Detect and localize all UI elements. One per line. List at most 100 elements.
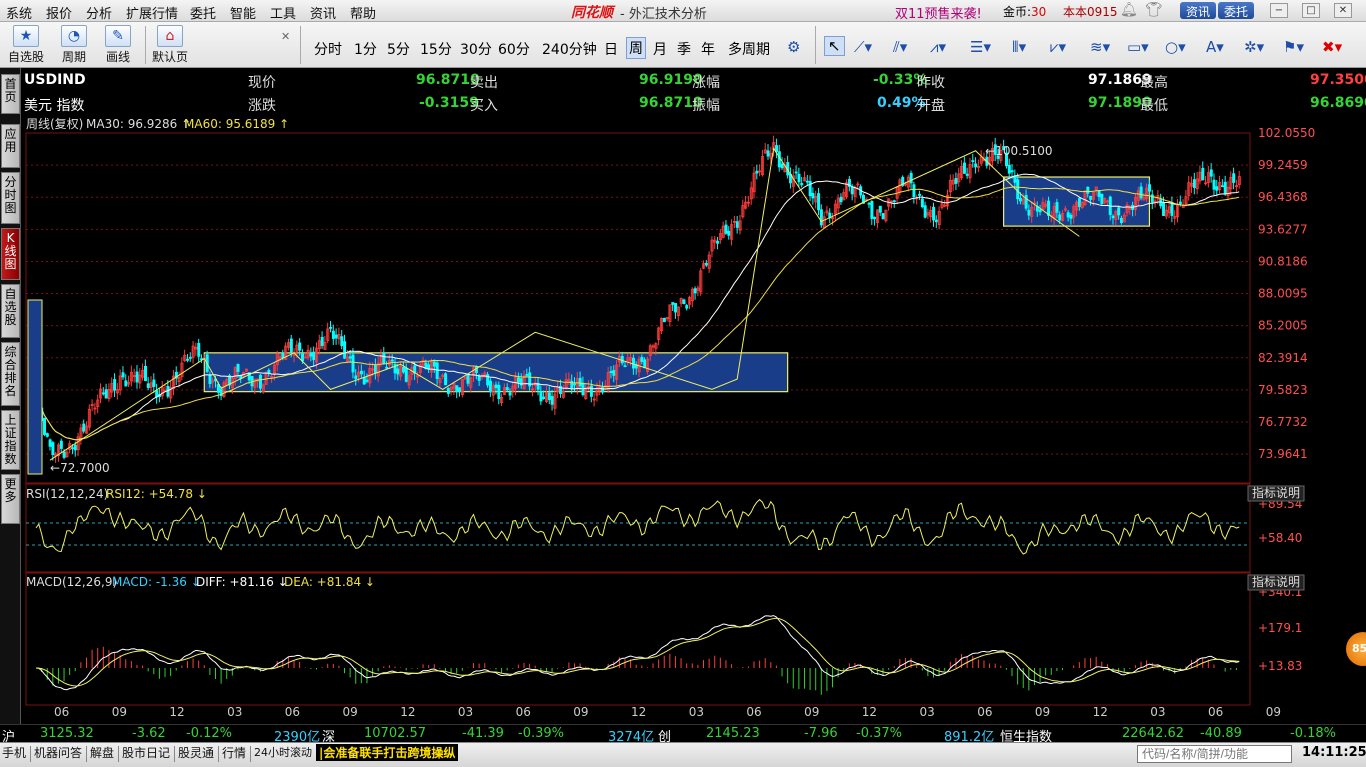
sidebar-tab-shindex[interactable]: 上证指数 [1, 410, 20, 470]
candle-body [612, 370, 616, 376]
period-tab-5min[interactable]: 5分 [387, 39, 410, 59]
x-tick-label: 03 [227, 705, 242, 719]
period-tab-240min[interactable]: 240分钟 [542, 39, 597, 59]
menu-item-help[interactable]: 帮助 [350, 3, 376, 22]
menu-item-news[interactable]: 资讯 [310, 3, 336, 22]
candle-body [494, 384, 498, 389]
hs-change: -40.89 [1200, 726, 1242, 741]
sidebar-tab-watchlist[interactable]: 自选股 [1, 284, 20, 338]
window-maximize-button[interactable]: □ [1302, 3, 1320, 18]
candle-body [197, 342, 201, 357]
candle-body [444, 373, 448, 386]
bottom-item-qa[interactable]: 机器问答 [34, 744, 82, 761]
price-tick-label: 93.6277 [1258, 222, 1308, 236]
settings-icon[interactable]: ⚙ [787, 38, 800, 56]
period-tab-30min[interactable]: 30分 [460, 39, 492, 59]
menu-item-analysis[interactable]: 分析 [86, 3, 112, 22]
sidebar-tab-ranking[interactable]: 综合排名 [1, 342, 20, 406]
bookmark-icon[interactable]: ⚑▾ [1283, 38, 1304, 56]
search-input[interactable] [1137, 745, 1292, 763]
candle-body [1038, 209, 1042, 213]
candle-body [923, 205, 927, 218]
shirt-icon[interactable]: 👕︎ [1145, 2, 1163, 18]
candle-body [693, 288, 697, 294]
rsi-panel [26, 498, 1250, 555]
candle-body [101, 392, 105, 395]
menu-item-tools[interactable]: 工具 [270, 3, 296, 22]
macd-tick-label: +179.1 [1258, 621, 1302, 635]
candle-body [685, 305, 689, 309]
sidebar-tab-kline[interactable]: K线图 [1, 228, 20, 280]
line-icon[interactable]: ⟋▾ [854, 38, 872, 56]
candle-body [1024, 194, 1028, 209]
period-tab-15min[interactable]: 15分 [420, 39, 452, 59]
sidebar-tab-home[interactable]: 首页 [1, 74, 20, 114]
menu-item-system[interactable]: 系统 [6, 3, 32, 22]
rsi-header-label: RSI(12,12,24) [26, 487, 108, 501]
news-ticker[interactable]: |会准备联手打击跨境操纵 [316, 744, 459, 761]
bottom-item-mobile[interactable]: 手机 [2, 744, 26, 761]
draw-line-button[interactable]: ✎ 画线 [98, 25, 138, 65]
watchlist-button[interactable]: ★ 自选股 [6, 25, 46, 65]
period-tab-month[interactable]: 月 [653, 39, 667, 59]
bars-icon[interactable]: ⦀▾ [1012, 38, 1026, 56]
cursor-icon[interactable]: ↖ [824, 36, 845, 56]
period-tab-quarter[interactable]: 季 [677, 39, 691, 59]
delete-icon[interactable]: ✖▾ [1322, 38, 1342, 56]
menu-item-smart[interactable]: 智能 [230, 3, 256, 22]
bottom-item-24h[interactable]: 24小时滚动 [254, 744, 312, 760]
news-button[interactable]: 资讯 [1180, 2, 1217, 19]
collapse-icon[interactable]: ✕ [281, 30, 290, 43]
candle-body [1019, 197, 1023, 202]
period-tab-day[interactable]: 日 [604, 39, 618, 59]
window-close-button[interactable]: ✕ [1334, 3, 1352, 18]
wave-icon[interactable]: ⩘▾ [930, 38, 946, 56]
window-minimize-button[interactable]: − [1270, 3, 1288, 18]
bottom-item-market[interactable]: 行情 [222, 744, 246, 761]
band-icon[interactable]: ≋▾ [1090, 38, 1110, 56]
trade-button[interactable]: 委托 [1218, 2, 1255, 19]
dea-line [35, 617, 1240, 687]
menu-item-trade[interactable]: 委托 [190, 3, 216, 22]
fib-icon[interactable]: ☰▾ [970, 38, 991, 56]
candle-body [385, 366, 389, 369]
circle-icon[interactable]: ○▾ [1165, 38, 1186, 56]
period-tab-intraday[interactable]: 分时 [314, 39, 342, 59]
candle-body [402, 367, 406, 373]
bottom-item-analysis[interactable]: 解盘 [90, 744, 114, 761]
candle-body [516, 377, 520, 383]
x-tick-label: 06 [977, 705, 992, 719]
bottom-bar: 手机 机器问答 解盘 股市日记 股灵通 行情 24小时滚动 |会准备联手打击跨境… [0, 742, 1366, 767]
candle-body [104, 389, 108, 399]
period-tab-week[interactable]: 周 [626, 37, 646, 59]
sidebar-tab-intraday[interactable]: 分时图 [1, 172, 20, 224]
sidebar-tab-apps[interactable]: 应用 [1, 124, 20, 168]
menu-item-quote[interactable]: 报价 [46, 3, 72, 22]
promo-link[interactable]: 双11预售来袭! [895, 3, 982, 22]
text-icon[interactable]: A▾ [1206, 38, 1224, 56]
account-name[interactable]: 本本0915 [1063, 3, 1118, 20]
candle-body [1016, 179, 1020, 200]
gear-icon[interactable]: ✲▾ [1244, 38, 1264, 56]
parallel-lines-icon[interactable]: ⫽▾ [893, 38, 907, 56]
menu-item-extended[interactable]: 扩展行情 [126, 3, 178, 22]
period-tab-60min[interactable]: 60分 [498, 39, 530, 59]
candle-body [1069, 214, 1073, 219]
channel-icon[interactable]: ⩗▾ [1050, 38, 1066, 56]
period-tab-multi[interactable]: 多周期 [728, 39, 770, 59]
candle-body [135, 371, 139, 383]
kline-chart[interactable]: ←100.5100 ←72.7000 102.0550 99.2459 96.4368… [22, 116, 1366, 724]
bell-icon[interactable]: 🔔︎ [1120, 2, 1138, 18]
candle-body [1077, 198, 1081, 207]
bottom-item-stockling[interactable]: 股灵通 [178, 744, 214, 761]
rectangle-icon[interactable]: ▭▾ [1127, 38, 1149, 56]
clock: 14:11:25 [1302, 745, 1366, 760]
ma30-label: MA30: 96.9286 ↑ [86, 117, 191, 131]
period-tab-1min[interactable]: 1分 [354, 39, 377, 59]
default-page-button[interactable]: ⌂ 默认页 [150, 25, 190, 65]
period-tab-year[interactable]: 年 [701, 39, 715, 59]
candle-body [1055, 202, 1059, 213]
cycle-button[interactable]: ◔ 周期 [54, 25, 94, 65]
bottom-item-diary[interactable]: 股市日记 [122, 744, 170, 761]
sidebar-tab-more[interactable]: 更多 [1, 474, 20, 524]
